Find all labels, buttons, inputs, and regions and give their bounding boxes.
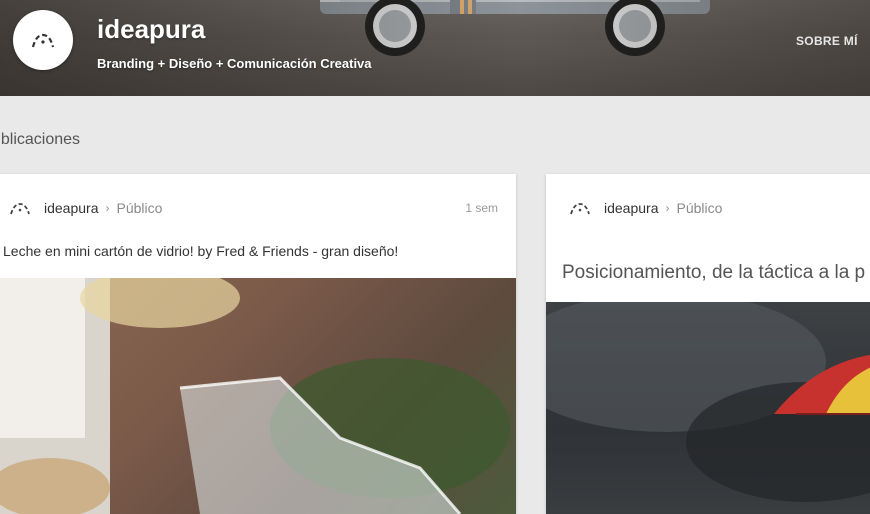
post-time[interactable]: 1 sem <box>465 201 498 215</box>
post-image[interactable] <box>546 302 870 514</box>
post-title[interactable]: Posicionamiento, de la táctica a la p <box>562 262 865 284</box>
post-author[interactable]: ideapura <box>604 200 659 216</box>
cover-header: ideapura Branding + Diseño + Comunicació… <box>0 0 870 96</box>
brand-tagline: Branding + Diseño + Comunicación Creativ… <box>97 56 372 71</box>
brand-name[interactable]: ideapura <box>97 14 205 45</box>
ideapura-logo-icon[interactable] <box>8 200 34 216</box>
post-header: ideapura › Público <box>8 198 162 218</box>
section-title: ublicaciones <box>0 131 81 148</box>
chevron-right-icon: › <box>665 201 670 215</box>
post-text: Leche en mini cartón de vidrio! by Fred … <box>3 243 399 259</box>
post-author[interactable]: ideapura <box>44 200 99 216</box>
nav-about-link[interactable]: SOBRE MÍ <box>796 34 858 48</box>
avatar[interactable] <box>13 10 73 70</box>
post-card[interactable]: ideapura › Público 1 sem Leche en mini c… <box>0 174 516 514</box>
post-header: ideapura › Público <box>568 198 722 218</box>
post-card[interactable]: ideapura › Público Posicionamiento, de l… <box>546 174 870 514</box>
post-image[interactable] <box>0 278 516 514</box>
ideapura-logo-icon[interactable] <box>568 200 594 216</box>
chevron-right-icon: › <box>105 201 110 215</box>
ideapura-logo-icon <box>31 33 55 48</box>
post-visibility[interactable]: Público <box>677 200 723 216</box>
post-visibility[interactable]: Público <box>117 200 163 216</box>
